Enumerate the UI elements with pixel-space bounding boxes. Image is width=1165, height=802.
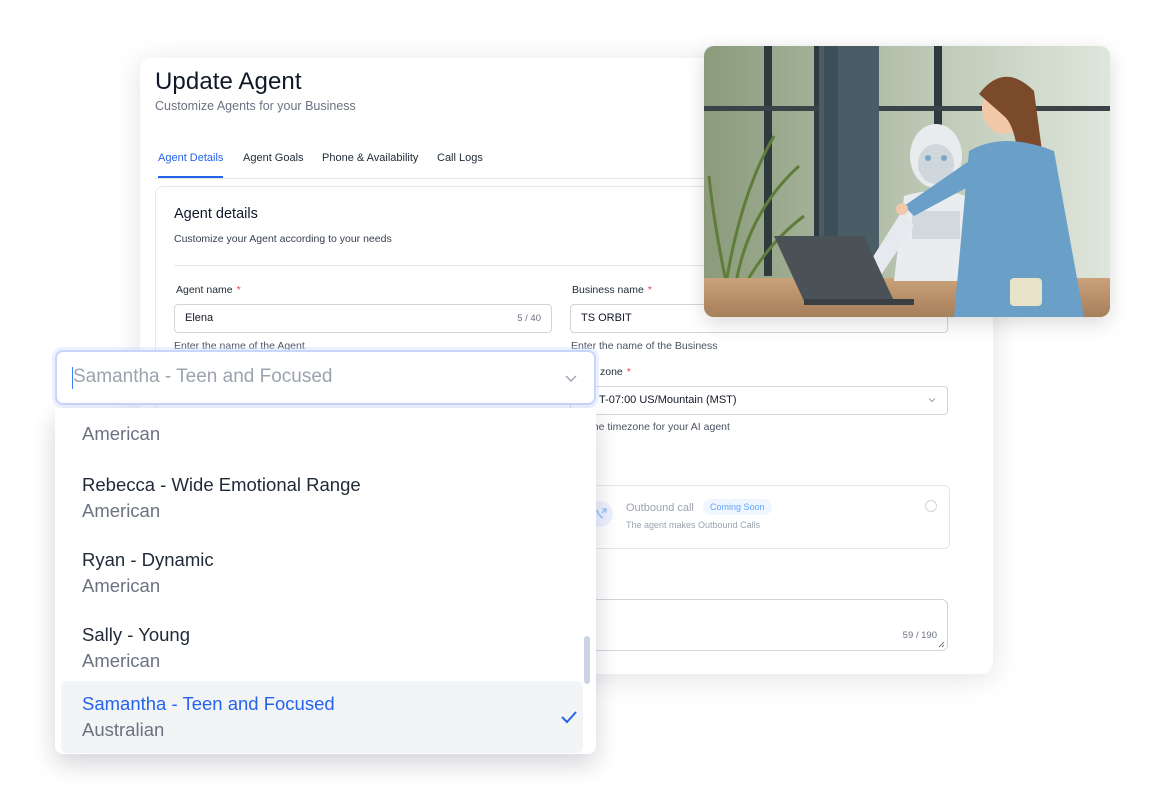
page-title: Update Agent <box>155 68 302 95</box>
required-mark: * <box>236 284 241 296</box>
voice-option-accent: American <box>82 650 161 671</box>
voice-option-name: Samantha - Teen and Focused <box>82 693 335 714</box>
required-mark: * <box>647 284 652 296</box>
voice-option-accent: Australian <box>82 719 165 740</box>
voice-option-name: Rebecca - Wide Emotional Range <box>82 474 361 495</box>
checkmark-icon <box>561 711 577 724</box>
voice-option-accent: American <box>82 575 161 596</box>
outbound-call-option[interactable]: Outbound call Coming Soon The agent make… <box>570 485 950 549</box>
timezone-label: zone * <box>600 366 631 378</box>
tab-agent-goals[interactable]: Agent Goals <box>243 146 304 177</box>
voice-option-name: Sally - Young <box>82 624 191 645</box>
outbound-call-radio[interactable] <box>925 500 937 512</box>
voice-select-input[interactable]: Samantha - Teen and Focused <box>55 350 596 405</box>
panel-title: Agent details <box>174 206 258 222</box>
greeting-textarea[interactable]: 59 / 190 <box>570 599 948 651</box>
agent-name-input[interactable]: Elena 5 / 40 <box>174 304 552 333</box>
coming-soon-badge: Coming Soon <box>703 499 772 515</box>
voice-option[interactable]: Sally - Young American <box>61 613 583 685</box>
chevron-down-icon[interactable] <box>564 371 578 385</box>
agent-name-label: Agent name * <box>176 284 241 296</box>
voice-option[interactable]: American <box>61 408 583 458</box>
timezone-help: t the timezone for your AI agent <box>584 421 730 433</box>
voice-option-accent: American <box>82 500 161 521</box>
menu-scrollbar[interactable] <box>584 636 590 684</box>
outbound-call-description: The agent makes Outbound Calls <box>626 520 761 530</box>
agent-name-counter: 5 / 40 <box>517 313 541 324</box>
tab-agent-details[interactable]: Agent Details <box>158 146 224 178</box>
timezone-select[interactable]: T-07:00 US/Mountain (MST) <box>570 386 948 415</box>
required-mark: * <box>626 366 631 378</box>
voice-option-selected[interactable]: Samantha - Teen and Focused Australian <box>61 681 583 753</box>
voice-option[interactable]: Rebecca - Wide Emotional Range American <box>61 463 583 535</box>
page-subtitle: Customize Agents for your Business <box>155 99 356 113</box>
voice-select-value: Samantha - Teen and Focused <box>73 366 333 387</box>
voice-options-menu: American Rebecca - Wide Emotional Range … <box>55 408 596 754</box>
panel-description: Customize your Agent according to your n… <box>174 233 392 245</box>
business-name-label: Business name * <box>572 284 652 296</box>
tab-call-logs[interactable]: Call Logs <box>437 146 483 177</box>
voice-option-name: Ryan - Dynamic <box>82 549 214 570</box>
resize-handle-icon[interactable] <box>938 641 945 648</box>
voice-option-accent: American <box>82 423 161 444</box>
voice-option[interactable]: Ryan - Dynamic American <box>61 538 583 610</box>
robot-and-woman-illustration <box>704 46 1110 317</box>
business-name-help: Enter the name of the Business <box>571 340 718 352</box>
outbound-call-title: Outbound call <box>626 502 694 514</box>
textarea-counter: 59 / 190 <box>902 630 937 641</box>
chevron-down-icon <box>928 398 936 403</box>
hero-photo <box>704 46 1110 317</box>
tab-phone-availability[interactable]: Phone & Availability <box>322 146 418 177</box>
